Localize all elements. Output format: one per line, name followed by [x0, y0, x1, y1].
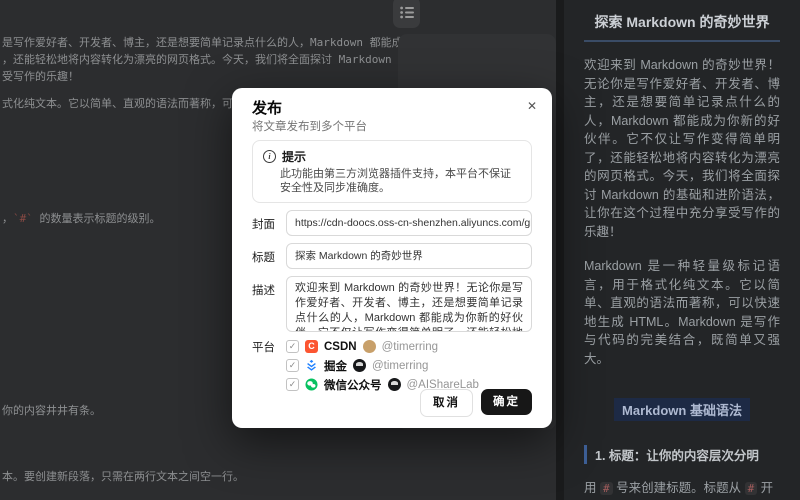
- pane-divider[interactable]: [556, 0, 564, 500]
- juejin-icon: [305, 359, 318, 372]
- inline-code: #: [600, 482, 613, 495]
- outline-toggle-button[interactable]: [393, 0, 420, 28]
- platform-name: 掘金: [324, 358, 347, 374]
- avatar: [353, 359, 366, 372]
- preview-paragraph: 用 # 号来创建标题。标题从 # 开始，# 的数量表示标题的级别。: [584, 478, 780, 500]
- confirm-button[interactable]: 确定: [481, 389, 532, 415]
- description-label: 描述: [252, 276, 286, 332]
- inline-code-token: `#`: [13, 212, 33, 225]
- editor-line: ，还能轻松地将内容转化为漂亮的网页格式。今天，我们将全面探讨 Markdown …: [2, 52, 409, 68]
- editor-line: 式化纯文本。它以简单、直观的语法而著称，可以快: [2, 96, 255, 112]
- preview-section-heading: Markdown 基础语法: [614, 398, 750, 421]
- title-label: 标题: [252, 243, 286, 269]
- editor-line: 你的内容井井有条。: [2, 403, 101, 419]
- platform-label: 平台: [252, 339, 286, 397]
- preview-pane: 探索 Markdown 的奇妙世界 欢迎来到 Markdown 的奇妙世界！无论…: [564, 0, 800, 500]
- platform-handle: @timerring: [382, 341, 438, 353]
- platform-row-juejin: ✓ 掘金 @timerring: [286, 359, 532, 372]
- inline-code: #: [745, 482, 758, 495]
- app-window: 是写作爱好者、开发者、博主，还是想要简单记录点什么的人，Markdown 都能成…: [0, 0, 800, 500]
- preview-paragraph: Markdown 是一种轻量级标记语言，用于格式化纯文本。它以简单、直观的语法而…: [584, 257, 780, 368]
- description-textarea[interactable]: 欢迎来到 Markdown 的奇妙世界！无论你是写作爱好者、开发者、博主，还是想…: [286, 276, 532, 332]
- wechat-checkbox[interactable]: ✓: [286, 378, 299, 391]
- close-icon[interactable]: ✕: [524, 98, 540, 114]
- list-icon: [400, 6, 414, 19]
- preview-paragraph: 欢迎来到 Markdown 的奇妙世界！无论你是写作爱好者、开发者、博主，还是想…: [584, 56, 780, 241]
- juejin-checkbox[interactable]: ✓: [286, 359, 299, 372]
- wechat-icon: [305, 378, 318, 391]
- editor-line: 受写作的乐趣！: [2, 69, 79, 85]
- editor-line: 是写作爱好者、开发者、博主，还是想要简单记录点什么的人，Markdown 都能成…: [2, 35, 414, 51]
- cover-label: 封面: [252, 210, 286, 236]
- editor-line: 本。要创建新段落，只需在两行文本之间空一行。: [2, 469, 244, 485]
- preview-subheading: 1. 标题：让你的内容层次分明: [584, 445, 780, 464]
- avatar: [363, 340, 376, 353]
- dialog-subtitle: 将文章发布到多个平台: [252, 121, 532, 134]
- csdn-checkbox[interactable]: ✓: [286, 340, 299, 353]
- cancel-button[interactable]: 取消: [420, 389, 473, 417]
- notice-box: i 提示 此功能由第三方浏览器插件支持，本平台不保证安全性及同步准确度。: [252, 140, 532, 203]
- publish-dialog: 发布 ✕ 将文章发布到多个平台 i 提示 此功能由第三方浏览器插件支持，本平台不…: [232, 88, 552, 428]
- title-input[interactable]: 探索 Markdown 的奇妙世界: [286, 243, 532, 269]
- notice-body: 此功能由第三方浏览器插件支持，本平台不保证安全性及同步准确度。: [280, 167, 521, 195]
- preview-article-title: 探索 Markdown 的奇妙世界: [584, 12, 780, 42]
- avatar: [388, 378, 401, 391]
- csdn-icon: C: [305, 340, 318, 353]
- platform-handle: @timerring: [372, 360, 428, 372]
- platform-row-csdn: ✓ C CSDN @timerring: [286, 340, 532, 353]
- platform-name: 微信公众号: [324, 377, 382, 393]
- cover-input[interactable]: https://cdn-doocs.oss-cn-shenzhen.aliyun…: [286, 210, 532, 236]
- notice-title: 提示: [282, 148, 306, 165]
- editor-line: ，`#` 的数量表示标题的级别。: [2, 211, 161, 227]
- info-icon: i: [263, 150, 276, 163]
- dialog-title: 发布: [252, 100, 532, 118]
- platform-name: CSDN: [324, 341, 357, 353]
